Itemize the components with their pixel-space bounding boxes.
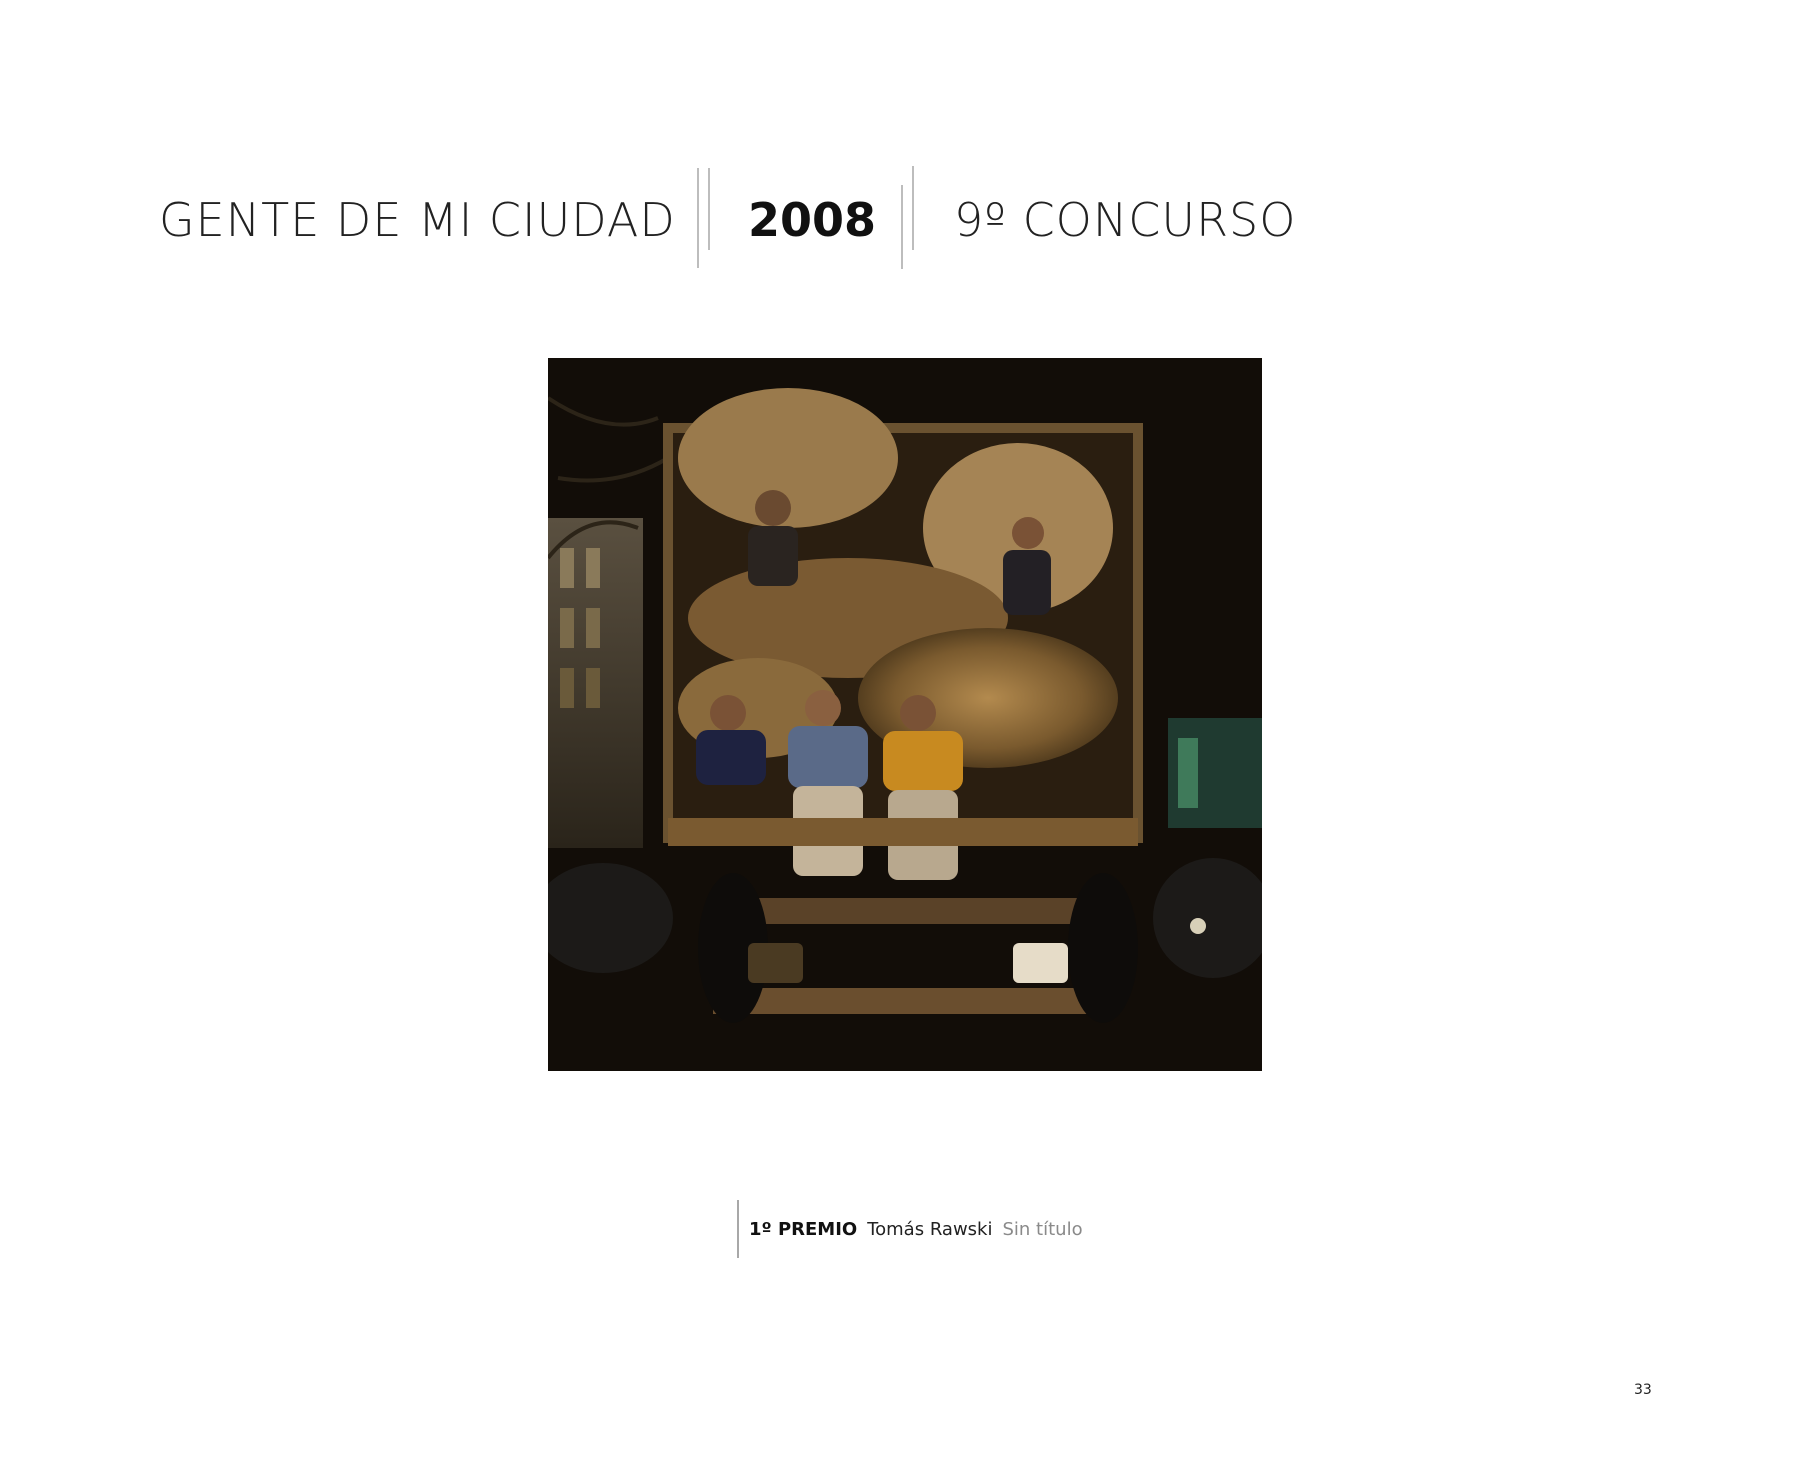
series-title: GENTE DE MI CIUDAD	[159, 193, 676, 247]
contest-edition: 9º CONCURSO	[954, 193, 1297, 247]
photo-title: Sin título	[1002, 1219, 1083, 1240]
page-number: 33	[1634, 1382, 1652, 1398]
caption-rule	[737, 1200, 739, 1258]
photo-caption: 1º PREMIO Tomás Rawski Sin título	[749, 1219, 1083, 1241]
header-divider-left-inner	[708, 168, 710, 250]
author-name: Tomás Rawski	[867, 1219, 993, 1240]
header-divider-left-outer	[697, 168, 699, 268]
contest-year: 2008	[748, 193, 877, 247]
winning-photograph	[548, 358, 1262, 1071]
award-label: 1º PREMIO	[749, 1219, 858, 1240]
header-divider-right-inner	[912, 166, 914, 250]
header-divider-right-outer	[901, 185, 903, 269]
